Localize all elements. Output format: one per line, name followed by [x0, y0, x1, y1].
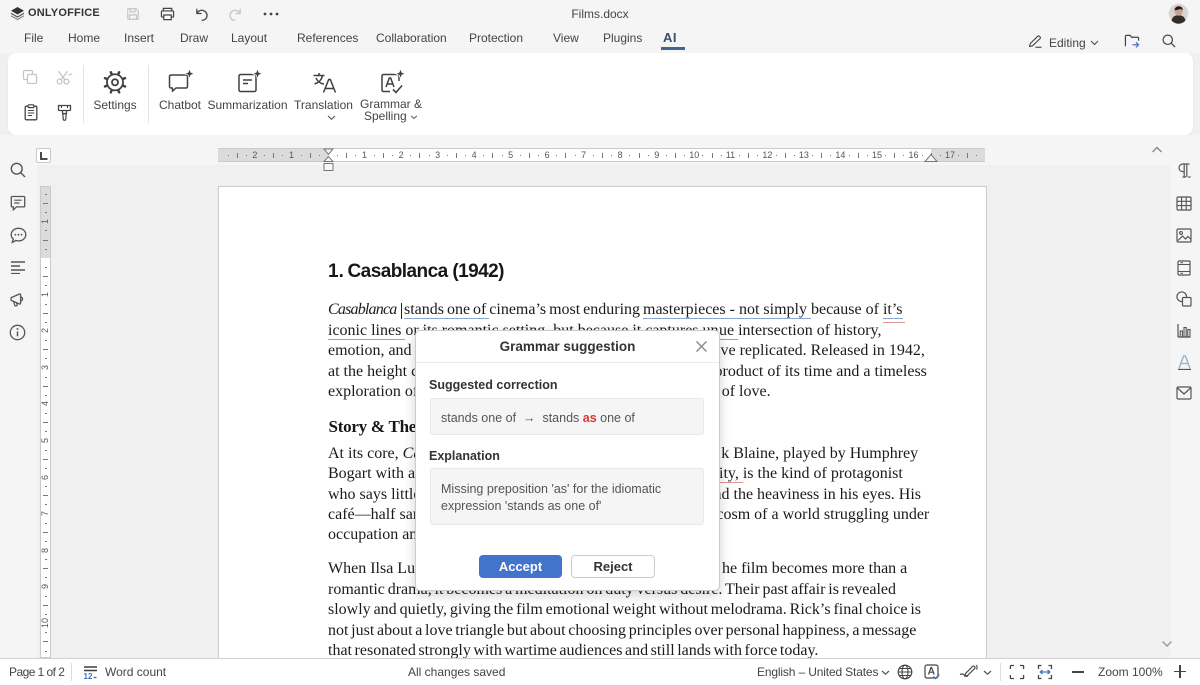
svg-text:12: 12: [84, 672, 93, 680]
